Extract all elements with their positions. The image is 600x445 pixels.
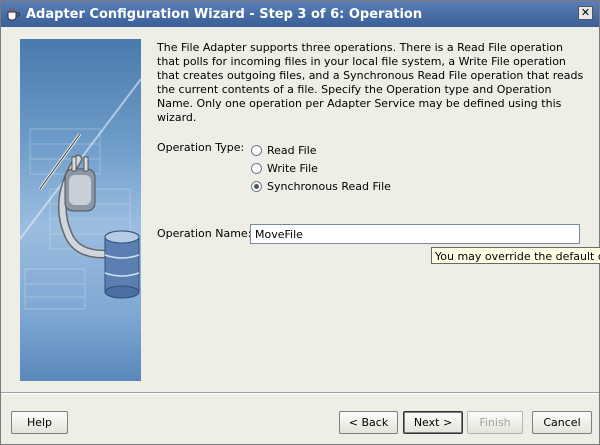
coffee-cup-icon xyxy=(5,6,21,22)
footer-separator xyxy=(1,392,599,394)
radio-label: Synchronous Read File xyxy=(267,180,391,193)
back-button[interactable]: < Back xyxy=(339,411,398,434)
operation-type-label: Operation Type: xyxy=(157,141,245,154)
radio-button[interactable] xyxy=(251,163,262,174)
finish-button[interactable]: Finish xyxy=(467,411,523,434)
window-title: Adapter Configuration Wizard - Step 3 of… xyxy=(26,6,423,22)
radio-read-file[interactable]: Read File xyxy=(251,144,317,157)
radio-synchronous-read-file[interactable]: Synchronous Read File xyxy=(251,180,391,193)
plug-database-icon xyxy=(20,39,141,381)
override-tooltip: You may override the default oper xyxy=(431,247,600,264)
cancel-button[interactable]: Cancel xyxy=(532,411,592,434)
description-text: The File Adapter supports three operatio… xyxy=(157,41,584,124)
title-bar: Adapter Configuration Wizard - Step 3 of… xyxy=(1,1,599,27)
help-button[interactable]: Help xyxy=(11,411,68,434)
radio-label: Write File xyxy=(267,162,318,175)
operation-name-label: Operation Name: xyxy=(157,227,252,240)
radio-write-file[interactable]: Write File xyxy=(251,162,318,175)
operation-name-input[interactable] xyxy=(250,224,580,244)
close-button[interactable]: ✕ xyxy=(578,6,593,20)
wizard-window: Adapter Configuration Wizard - Step 3 of… xyxy=(0,0,600,445)
next-button[interactable]: Next > xyxy=(403,411,463,434)
radio-label: Read File xyxy=(267,144,317,157)
radio-button[interactable] xyxy=(251,145,262,156)
radio-button-selected[interactable] xyxy=(251,181,262,192)
